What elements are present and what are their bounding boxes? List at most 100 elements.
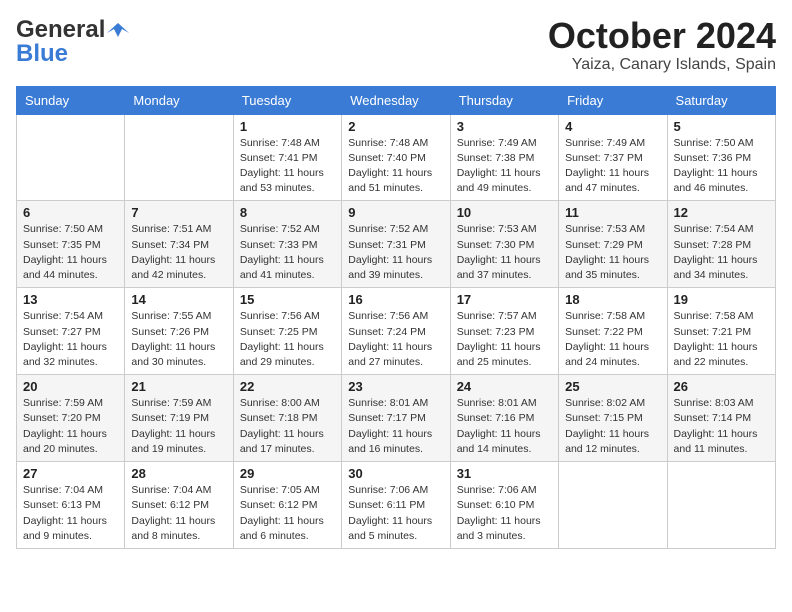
day-number: 4 xyxy=(565,119,660,134)
day-detail: Sunrise: 8:01 AMSunset: 7:17 PMDaylight:… xyxy=(348,396,443,457)
day-detail: Sunrise: 7:56 AMSunset: 7:25 PMDaylight:… xyxy=(240,309,335,370)
table-row: 5Sunrise: 7:50 AMSunset: 7:36 PMDaylight… xyxy=(667,114,775,201)
day-number: 28 xyxy=(131,466,226,481)
calendar-week-row: 1Sunrise: 7:48 AMSunset: 7:41 PMDaylight… xyxy=(17,114,776,201)
day-detail: Sunrise: 7:57 AMSunset: 7:23 PMDaylight:… xyxy=(457,309,552,370)
sunrise-text: Sunrise: 7:49 AM xyxy=(457,137,537,149)
day-detail: Sunrise: 7:50 AMSunset: 7:35 PMDaylight:… xyxy=(23,222,118,283)
day-number: 17 xyxy=(457,292,552,307)
daylight-text: Daylight: 11 hours and 20 minutes. xyxy=(23,428,107,455)
day-detail: Sunrise: 7:56 AMSunset: 7:24 PMDaylight:… xyxy=(348,309,443,370)
table-row: 30 Sunrise: 7:06 AMSunset: 6:11 PMDayligh… xyxy=(342,462,450,549)
sunset-text: Sunset: 7:22 PM xyxy=(565,326,643,338)
sunrise-text: Sunrise: 7:59 AM xyxy=(23,397,103,409)
sunset-text: Sunset: 6:13 PM xyxy=(23,499,101,511)
sunrise-text: Sunrise: 7:48 AM xyxy=(348,137,428,149)
sunset-text: Sunset: 7:18 PM xyxy=(240,412,318,424)
sunset-text: Sunset: 7:23 PM xyxy=(457,326,535,338)
day-number: 3 xyxy=(457,119,552,134)
day-detail: Sunrise: 8:01 AMSunset: 7:16 PMDaylight:… xyxy=(457,396,552,457)
col-tuesday: Tuesday xyxy=(233,86,341,114)
sunset-text: Sunset: 6:12 PM xyxy=(240,499,318,511)
table-row: 31 Sunrise: 7:06 AMSunset: 6:10 PMDayligh… xyxy=(450,462,558,549)
sunrise-text: Sunrise: 7:05 AM xyxy=(240,484,320,496)
daylight-text: Daylight: 11 hours and 25 minutes. xyxy=(457,341,541,368)
day-number: 26 xyxy=(674,379,769,394)
table-row: 7Sunrise: 7:51 AMSunset: 7:34 PMDaylight… xyxy=(125,201,233,288)
sunset-text: Sunset: 7:30 PM xyxy=(457,239,535,251)
day-number: 2 xyxy=(348,119,443,134)
day-detail: Sunrise: 7:48 AMSunset: 7:40 PMDaylight:… xyxy=(348,136,443,197)
sunrise-text: Sunrise: 7:58 AM xyxy=(565,310,645,322)
day-number: 31 xyxy=(457,466,552,481)
location: Yaiza, Canary Islands, Spain xyxy=(548,56,776,74)
day-detail: Sunrise: 7:06 AMSunset: 6:11 PMDaylight:… xyxy=(348,483,443,544)
daylight-text: Daylight: 11 hours and 6 minutes. xyxy=(240,515,324,542)
daylight-text: Daylight: 11 hours and 41 minutes. xyxy=(240,254,324,281)
daylight-text: Daylight: 11 hours and 9 minutes. xyxy=(23,515,107,542)
calendar-table: Sunday Monday Tuesday Wednesday Thursday… xyxy=(16,86,776,549)
day-detail: Sunrise: 7:52 AMSunset: 7:33 PMDaylight:… xyxy=(240,222,335,283)
day-detail: Sunrise: 7:49 AMSunset: 7:38 PMDaylight:… xyxy=(457,136,552,197)
day-detail: Sunrise: 7:04 AMSunset: 6:12 PMDaylight:… xyxy=(131,483,226,544)
day-number: 7 xyxy=(131,205,226,220)
calendar-week-row: 20Sunrise: 7:59 AMSunset: 7:20 PMDayligh… xyxy=(17,375,776,462)
table-row: 2 Sunrise: 7:48 AMSunset: 7:40 PMDaylight… xyxy=(342,114,450,201)
table-row: 3 Sunrise: 7:49 AMSunset: 7:38 PMDaylight… xyxy=(450,114,558,201)
table-row: 18Sunrise: 7:58 AMSunset: 7:22 PMDayligh… xyxy=(559,288,667,375)
daylight-text: Daylight: 11 hours and 49 minutes. xyxy=(457,167,541,194)
day-number: 19 xyxy=(674,292,769,307)
day-number: 13 xyxy=(23,292,118,307)
sunrise-text: Sunrise: 7:04 AM xyxy=(131,484,211,496)
sunset-text: Sunset: 7:34 PM xyxy=(131,239,209,251)
sunset-text: Sunset: 7:20 PM xyxy=(23,412,101,424)
daylight-text: Daylight: 11 hours and 37 minutes. xyxy=(457,254,541,281)
table-row xyxy=(559,462,667,549)
day-number: 29 xyxy=(240,466,335,481)
day-detail: Sunrise: 8:03 AMSunset: 7:14 PMDaylight:… xyxy=(674,396,769,457)
sunset-text: Sunset: 7:35 PM xyxy=(23,239,101,251)
sunrise-text: Sunrise: 7:52 AM xyxy=(348,223,428,235)
day-detail: Sunrise: 7:05 AM Sunset: 6:12 PM Daylight:… xyxy=(240,483,335,544)
daylight-text: Daylight: 11 hours and 30 minutes. xyxy=(131,341,215,368)
daylight-text: Daylight: 11 hours and 42 minutes. xyxy=(131,254,215,281)
table-row: 28 Sunrise: 7:04 AMSunset: 6:12 PMDayligh… xyxy=(125,462,233,549)
table-row: 20Sunrise: 7:59 AMSunset: 7:20 PMDayligh… xyxy=(17,375,125,462)
day-number: 23 xyxy=(348,379,443,394)
day-detail: Sunrise: 7:58 AMSunset: 7:21 PMDaylight:… xyxy=(674,309,769,370)
day-number: 22 xyxy=(240,379,335,394)
logo: General Blue xyxy=(16,16,129,68)
daylight-text: Daylight: 11 hours and 51 minutes. xyxy=(348,167,432,194)
day-detail: Sunrise: 7:06 AMSunset: 6:10 PMDaylight:… xyxy=(457,483,552,544)
day-number: 10 xyxy=(457,205,552,220)
day-number: 30 xyxy=(348,466,443,481)
logo-bird-icon xyxy=(107,19,129,41)
daylight-text: Daylight: 11 hours and 5 minutes. xyxy=(348,515,432,542)
daylight-text: Daylight: 11 hours and 14 minutes. xyxy=(457,428,541,455)
sunrise-text: Sunrise: 7:06 AM xyxy=(348,484,428,496)
sunset-text: Sunset: 7:24 PM xyxy=(348,326,426,338)
sunset-text: Sunset: 7:19 PM xyxy=(131,412,209,424)
table-row: 17 Sunrise: 7:57 AMSunset: 7:23 PMDayligh… xyxy=(450,288,558,375)
calendar-week-row: 13Sunrise: 7:54 AMSunset: 7:27 PMDayligh… xyxy=(17,288,776,375)
day-detail: Sunrise: 7:52 AMSunset: 7:31 PMDaylight:… xyxy=(348,222,443,283)
sunrise-text: Sunrise: 8:00 AM xyxy=(240,397,320,409)
table-row: 14Sunrise: 7:55 AMSunset: 7:26 PMDayligh… xyxy=(125,288,233,375)
day-detail: Sunrise: 7:48 AMSunset: 7:41 PMDaylight:… xyxy=(240,136,335,197)
sunset-text: Sunset: 7:36 PM xyxy=(674,152,752,164)
daylight-text: Daylight: 11 hours and 35 minutes. xyxy=(565,254,649,281)
daylight-text: Daylight: 11 hours and 39 minutes. xyxy=(348,254,432,281)
sunset-text: Sunset: 7:21 PM xyxy=(674,326,752,338)
daylight-text: Daylight: 11 hours and 34 minutes. xyxy=(674,254,758,281)
day-detail: Sunrise: 7:59 AMSunset: 7:19 PMDaylight:… xyxy=(131,396,226,457)
sunset-text: Sunset: 7:28 PM xyxy=(674,239,752,251)
table-row: 29 Sunrise: 7:05 AM Sunset: 6:12 PM Dayligh… xyxy=(233,462,341,549)
table-row: 19 Sunrise: 7:58 AMSunset: 7:21 PMDayligh… xyxy=(667,288,775,375)
table-row: 9Sunrise: 7:52 AMSunset: 7:31 PMDaylight… xyxy=(342,201,450,288)
daylight-text: Daylight: 11 hours and 24 minutes. xyxy=(565,341,649,368)
sunset-text: Sunset: 7:26 PM xyxy=(131,326,209,338)
sunset-text: Sunset: 7:33 PM xyxy=(240,239,318,251)
sunset-text: Sunset: 7:29 PM xyxy=(565,239,643,251)
daylight-text: Daylight: 11 hours and 44 minutes. xyxy=(23,254,107,281)
sunrise-text: Sunrise: 8:01 AM xyxy=(348,397,428,409)
